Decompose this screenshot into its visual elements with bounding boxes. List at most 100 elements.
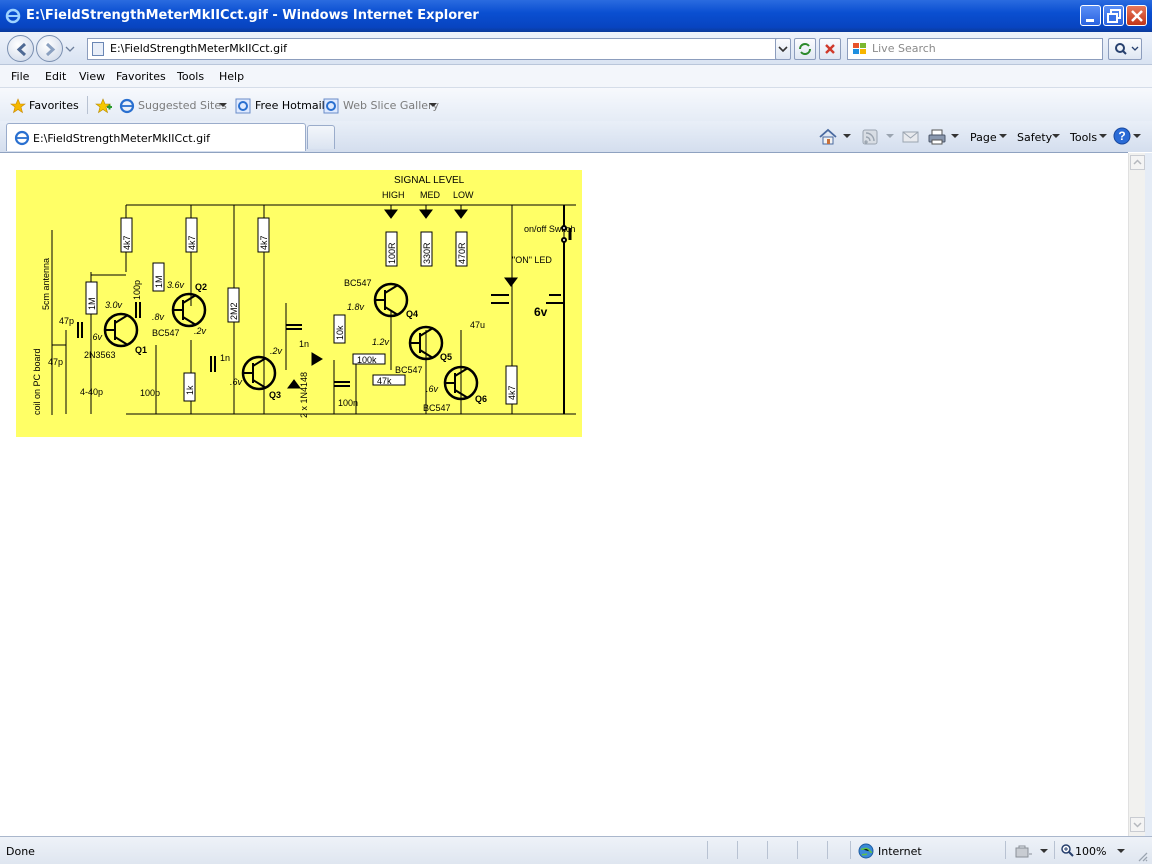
live-search-icon xyxy=(853,43,866,54)
antenna-label: 5cm antenna xyxy=(41,258,51,310)
read-mail-icon[interactable] xyxy=(902,130,920,144)
window-frame-edge xyxy=(1145,153,1152,836)
favorite-suggested-sites[interactable]: Suggested Sites xyxy=(138,99,227,112)
safety-menu-button[interactable]: Safety xyxy=(1017,131,1052,144)
chevron-down-icon[interactable] xyxy=(1117,849,1125,855)
suggested-sites-icon xyxy=(119,98,135,114)
add-favorite-icon[interactable] xyxy=(95,98,113,114)
transistor-q2 xyxy=(171,292,207,328)
page-menu-button[interactable]: Page xyxy=(970,131,997,144)
scroll-down-button[interactable] xyxy=(1130,817,1145,832)
history-dropdown-icon[interactable] xyxy=(65,44,75,54)
favorites-star-icon xyxy=(10,98,26,114)
chevron-down-icon[interactable] xyxy=(1133,134,1141,140)
status-divider xyxy=(767,841,768,859)
tab-bar: E:\FieldStrengthMeterMkIICct.gif Page Sa… xyxy=(0,121,1152,152)
r100r-label: 100R xyxy=(387,242,397,264)
back-arrow-icon xyxy=(16,42,27,57)
chevron-down-icon[interactable] xyxy=(219,103,227,109)
tab-active[interactable]: E:\FieldStrengthMeterMkIICct.gif xyxy=(6,123,306,151)
status-divider xyxy=(827,841,828,859)
ie-window: E:\FieldStrengthMeterMkIICct.gif - Windo… xyxy=(0,0,1152,864)
forward-button[interactable] xyxy=(36,35,63,62)
menu-file[interactable]: File xyxy=(11,70,29,83)
menu-view[interactable]: View xyxy=(79,70,105,83)
menu-help[interactable]: Help xyxy=(219,70,244,83)
favorites-button[interactable]: Favorites xyxy=(29,99,79,112)
zoom-icon xyxy=(1061,844,1074,857)
address-text: E:\FieldStrengthMeterMkIICct.gif xyxy=(110,42,287,55)
refresh-button[interactable] xyxy=(794,38,816,60)
trimmer-label: 4-40p xyxy=(80,387,103,397)
chevron-down-icon[interactable] xyxy=(886,134,894,140)
voltage-3v6: 3.6v xyxy=(167,280,185,290)
address-dropdown-button[interactable] xyxy=(775,38,791,60)
print-icon[interactable] xyxy=(928,129,946,145)
chevron-down-icon[interactable] xyxy=(429,103,437,109)
feeds-icon[interactable] xyxy=(862,129,878,145)
svg-text:?: ? xyxy=(1118,129,1125,143)
chevron-up-icon xyxy=(1133,159,1142,165)
new-tab-button[interactable] xyxy=(307,125,335,149)
chevron-down-icon[interactable] xyxy=(951,134,959,140)
scroll-up-button[interactable] xyxy=(1130,155,1145,170)
voltage-1v8: 1.8v xyxy=(347,302,365,312)
restore-button[interactable] xyxy=(1103,5,1124,26)
circuit-diagram-image: SIGNAL LEVEL HIGH MED LOW 5cm antenna co… xyxy=(16,170,582,437)
favorite-free-hotmail[interactable]: Free Hotmail xyxy=(255,99,325,112)
r100k-label: 100k xyxy=(357,355,377,365)
r4k7-d-label: 4k7 xyxy=(507,385,517,400)
r1m-b-label: 1M xyxy=(154,275,164,288)
resize-grip-icon[interactable] xyxy=(1135,849,1149,863)
cap-1n-a: 1n xyxy=(220,353,230,363)
cap-47p-b: 47p xyxy=(48,357,63,367)
q3-label: Q3 xyxy=(269,390,281,400)
title-bar[interactable]: E:\FieldStrengthMeterMkIICct.gif - Windo… xyxy=(0,0,1152,32)
menu-favorites[interactable]: Favorites xyxy=(116,70,166,83)
menu-bar: File Edit View Favorites Tools Help xyxy=(0,65,1152,87)
r4k7-c-label: 4k7 xyxy=(259,235,269,250)
protected-mode-icon[interactable] xyxy=(1015,844,1033,858)
close-button[interactable] xyxy=(1126,5,1147,26)
page-icon xyxy=(92,42,104,56)
menu-tools[interactable]: Tools xyxy=(177,70,204,83)
transistor-q3 xyxy=(241,355,277,391)
help-icon[interactable]: ? xyxy=(1113,127,1131,145)
signal-leds xyxy=(287,209,518,389)
chevron-down-icon xyxy=(999,134,1007,138)
status-divider xyxy=(707,841,708,859)
q2-label: Q2 xyxy=(195,282,207,292)
level-med-label: MED xyxy=(420,190,441,200)
search-button[interactable] xyxy=(1108,38,1142,60)
chevron-down-icon[interactable] xyxy=(1040,849,1048,855)
vertical-scrollbar[interactable] xyxy=(1128,153,1145,836)
voltage-0v2-b: .2v xyxy=(270,346,283,356)
coil-label: coil on PC board xyxy=(32,348,42,415)
back-button[interactable] xyxy=(7,35,34,62)
home-icon[interactable] xyxy=(818,128,838,146)
search-input[interactable]: Live Search xyxy=(847,38,1103,60)
status-divider xyxy=(797,841,798,859)
minimize-icon xyxy=(1086,19,1094,22)
stop-button[interactable] xyxy=(819,38,841,60)
web-slice-ie-icon xyxy=(323,98,339,114)
r1k-label: 1k xyxy=(185,385,195,395)
cap-100p-b: 100p xyxy=(140,388,160,398)
tools-menu-button[interactable]: Tools xyxy=(1070,131,1097,144)
address-input[interactable]: E:\FieldStrengthMeterMkIICct.gif xyxy=(87,38,790,60)
signal-level-title: SIGNAL LEVEL xyxy=(394,175,465,186)
security-zone[interactable]: Internet xyxy=(878,845,922,858)
r47k-label: 47k xyxy=(377,376,392,386)
cap-100p-a: 100p xyxy=(132,280,142,300)
minimize-button[interactable] xyxy=(1080,5,1101,26)
diode-label: 2 x 1N4148 xyxy=(299,372,309,418)
zoom-level[interactable]: 100% xyxy=(1075,845,1106,858)
ie-logo-icon xyxy=(5,8,21,24)
on-led-label: "ON" LED xyxy=(512,255,552,265)
favbar-divider xyxy=(87,96,88,114)
r330r-label: 330R xyxy=(422,242,432,264)
chevron-down-icon[interactable] xyxy=(843,134,851,140)
menu-edit[interactable]: Edit xyxy=(45,70,66,83)
favorite-web-slice-gallery[interactable]: Web Slice Gallery xyxy=(343,99,439,112)
switch-label: on/off Switch xyxy=(524,224,575,234)
